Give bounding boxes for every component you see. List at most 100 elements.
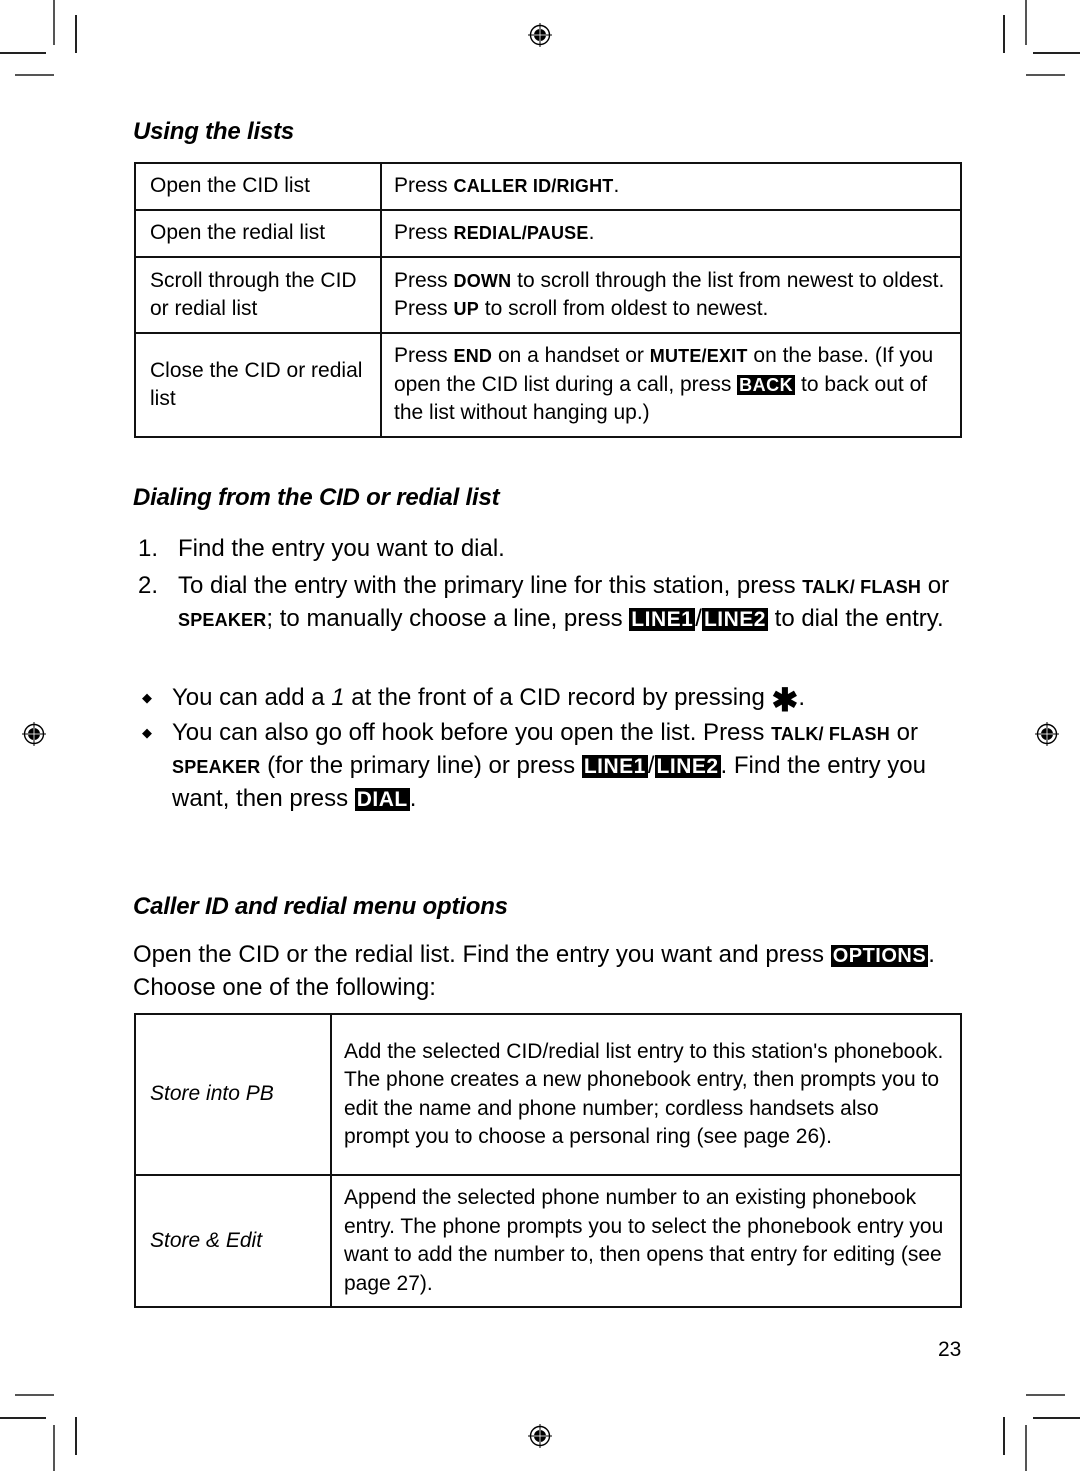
registration-mark-icon (1034, 721, 1060, 747)
registration-mark-icon (527, 22, 553, 48)
page-number: 23 (938, 1338, 962, 1361)
step-number: 2. (138, 572, 159, 599)
diamond-bullet-icon: ◆ (142, 690, 152, 705)
softkey-line1: LINE1 (581, 755, 648, 778)
tip-text-part: . (409, 785, 417, 812)
tip-text-part: . (798, 684, 805, 711)
instruction-text: Press (394, 268, 454, 292)
list-item: 2. To dial the entry with the primary li… (138, 570, 958, 636)
list-item: ◆ You can also go off hook before you op… (140, 717, 970, 815)
softkey-back: BACK (737, 374, 796, 395)
key-name: UP (453, 299, 479, 319)
softkey-dial: DIAL (354, 788, 410, 811)
key-name: CALLER ID/RIGHT (453, 176, 614, 197)
crop-mark (53, 0, 55, 45)
table-row: Close the CID or redial list Press END o… (134, 332, 962, 438)
table-cell-instruction: Press END on a handset or MUTE/EXIT on t… (380, 332, 962, 438)
instruction-text: Press (394, 344, 454, 368)
table-cell-option: Store into PB (134, 1013, 332, 1176)
registration-mark-icon (527, 1423, 553, 1449)
menu-options-table: Store into PB Add the selected CID/redia… (134, 1013, 962, 1308)
crop-mark (15, 1394, 54, 1396)
section-title-dialing: Dialing from the CID or redial list (133, 484, 500, 511)
instruction-text: to scroll from oldest to newest. (478, 297, 769, 320)
table-cell-action: Scroll through the CID or redial list (134, 256, 382, 334)
step-text: To dial the entry with the primary line … (178, 570, 958, 636)
crop-mark (75, 1417, 77, 1455)
list-item: 1. Find the entry you want to dial. (138, 533, 958, 564)
menu-options-intro: Open the CID or the redial list. Find th… (133, 939, 963, 1003)
crop-mark (15, 74, 54, 76)
crop-mark (75, 15, 77, 53)
table-row: Scroll through the CID or redial list Pr… (134, 256, 962, 334)
crop-mark (0, 1417, 46, 1419)
tip-text-part: You can add a (172, 684, 332, 711)
instruction-text: Press (394, 221, 454, 245)
softkey-line2: LINE2 (701, 608, 768, 631)
crop-mark (1033, 1417, 1080, 1419)
table-cell-description: Add the selected CID/redial list entry t… (330, 1013, 962, 1176)
using-lists-table: Open the CID list Press CALLER ID/RIGHT.… (134, 162, 962, 438)
key-name: DOWN (453, 270, 512, 291)
star-key-icon: ✱ (771, 682, 799, 718)
section-title-menu-options: Caller ID and redial menu options (133, 893, 508, 920)
instruction-text: . (613, 174, 620, 198)
crop-mark (1025, 0, 1027, 45)
digit-one: 1 (331, 684, 345, 711)
crop-mark (1003, 1417, 1005, 1455)
dialing-tips: ◆ You can add a 1 at the front of a CID … (140, 682, 970, 819)
crop-mark (1033, 52, 1080, 54)
instruction-text: . (588, 221, 595, 245)
tip-text-part: You can also go off hook before you open… (172, 719, 772, 746)
section-title-using-lists: Using the lists (133, 118, 295, 145)
step-text: Find the entry you want to dial. (178, 535, 505, 562)
crop-mark (1026, 74, 1065, 76)
separator: / (695, 605, 702, 632)
key-name: END (453, 346, 493, 367)
crop-mark (1003, 15, 1005, 53)
step-text-part: to dial the entry. (767, 605, 944, 632)
table-row: Open the CID list Press CALLER ID/RIGHT. (134, 162, 962, 211)
table-cell-instruction: Press REDIAL/PAUSE. (380, 209, 962, 258)
tip-text-part: at the front of a CID record by pressing (344, 684, 772, 711)
softkey-options: OPTIONS (830, 945, 929, 967)
separator: / (647, 752, 655, 779)
list-item: ◆ You can add a 1 at the front of a CID … (140, 682, 970, 716)
tip-text-part: (for the primary line) or press (260, 752, 582, 779)
table-cell-option: Store & Edit (134, 1174, 332, 1308)
table-cell-action: Open the redial list (134, 209, 382, 258)
table-row: Store into PB Add the selected CID/redia… (134, 1013, 962, 1176)
instruction-text: on a handset or (492, 344, 650, 368)
softkey-line1: LINE1 (629, 608, 696, 631)
table-row: Open the redial list Press REDIAL/PAUSE. (134, 209, 962, 258)
step-number: 1. (138, 535, 159, 562)
table-cell-action: Close the CID or redial list (134, 332, 382, 438)
crop-mark (1025, 1425, 1027, 1471)
key-name: SPEAKER (178, 610, 267, 630)
registration-mark-icon (21, 721, 47, 747)
softkey-line2: LINE2 (654, 755, 721, 778)
tip-text: You can also go off hook before you open… (172, 717, 970, 815)
key-name: MUTE/EXIT (649, 346, 748, 367)
intro-text: Open the CID or the redial list. Find th… (133, 941, 831, 968)
step-text-part: ; to manually choose a line, press (266, 605, 630, 632)
table-cell-instruction: Press DOWN to scroll through the list fr… (380, 256, 962, 334)
crop-mark (53, 1425, 55, 1471)
diamond-bullet-icon: ◆ (142, 725, 152, 740)
crop-mark (1026, 1394, 1065, 1396)
tip-text: You can add a 1 at the front of a CID re… (172, 682, 970, 716)
dialing-steps: 1. Find the entry you want to dial. 2. T… (138, 533, 958, 642)
step-text-part: To dial the entry with the primary line … (178, 572, 803, 599)
table-cell-description: Append the selected phone number to an e… (330, 1174, 962, 1308)
key-name: SPEAKER (172, 757, 261, 777)
key-name: TALK/ FLASH (771, 724, 890, 744)
table-row: Store & Edit Append the selected phone n… (134, 1174, 962, 1308)
table-cell-instruction: Press CALLER ID/RIGHT. (380, 162, 962, 211)
crop-mark (0, 52, 46, 54)
tip-text-part: or (889, 719, 918, 746)
table-cell-action: Open the CID list (134, 162, 382, 211)
instruction-text: Press (394, 174, 454, 198)
key-name: TALK/ FLASH (802, 577, 922, 597)
step-text-part: or (921, 572, 950, 599)
key-name: REDIAL/PAUSE (453, 223, 589, 244)
